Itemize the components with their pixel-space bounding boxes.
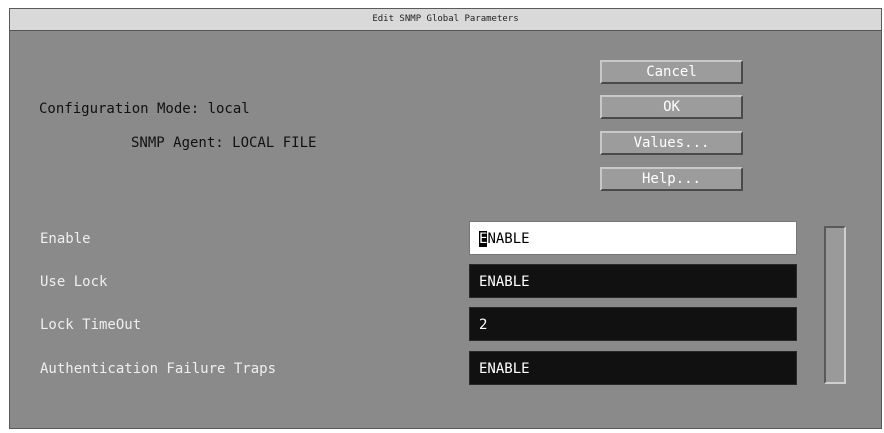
use-lock-field[interactable]: ENABLE <box>469 264 797 298</box>
auth-failure-traps-field[interactable]: ENABLE <box>469 351 797 385</box>
lock-timeout-field[interactable]: 2 <box>469 307 797 341</box>
auth-failure-traps-label: Authentication Failure Traps <box>40 361 277 377</box>
help-button[interactable]: Help... <box>600 167 743 191</box>
dialog-title: Edit SNMP Global Parameters <box>10 9 881 31</box>
cancel-button[interactable]: Cancel <box>600 60 743 84</box>
values-button[interactable]: Values... <box>600 131 743 155</box>
use-lock-label: Use Lock <box>40 274 108 290</box>
enable-field[interactable]: ENABLE <box>469 221 797 255</box>
vertical-scrollbar[interactable] <box>824 226 846 384</box>
snmp-agent-text: SNMP Agent: LOCAL FILE <box>131 135 317 151</box>
enable-field-value: NABLE <box>487 231 530 247</box>
snmp-dialog: Edit SNMP Global Parameters Configuratio… <box>9 8 882 429</box>
configuration-mode-text: Configuration Mode: local <box>39 101 250 117</box>
enable-label: Enable <box>40 231 91 247</box>
lock-timeout-label: Lock TimeOut <box>40 317 142 333</box>
ok-button[interactable]: OK <box>600 95 743 119</box>
